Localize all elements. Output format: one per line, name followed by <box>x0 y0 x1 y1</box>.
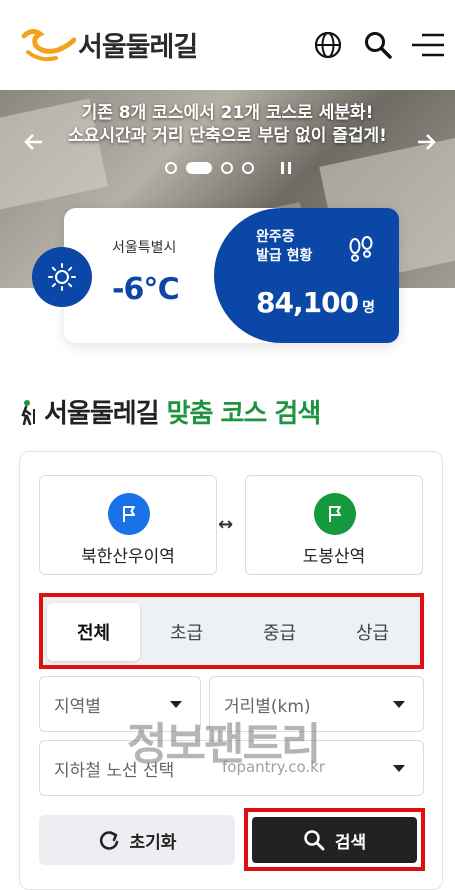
title-accent: 맞춤 코스 검색 <box>166 399 322 429</box>
globe-icon[interactable] <box>313 30 343 60</box>
next-arrow-icon[interactable] <box>414 130 438 154</box>
reset-label: 초기화 <box>129 832 177 853</box>
header: 서울둘레길 <box>0 0 455 90</box>
search-label: 검색 <box>334 832 367 853</box>
reset-button[interactable]: 초기화 <box>39 815 235 865</box>
footprints-icon <box>346 236 376 264</box>
search-button-highlight: 검색 <box>244 808 425 871</box>
chevron-down-icon <box>393 765 405 772</box>
hero-line-2: 소요시간과 거리 단축으로 부담 없이 즐겁게! <box>68 126 387 146</box>
region-select-value: 지역별 <box>54 696 101 717</box>
sun-icon <box>32 247 92 307</box>
search-button[interactable]: 검색 <box>252 817 417 863</box>
watermark-url: fopantry.co.kr <box>222 758 326 776</box>
slide-dot[interactable] <box>164 162 177 174</box>
refresh-icon <box>98 829 120 851</box>
prev-arrow-icon[interactable] <box>22 130 46 154</box>
menu-icon[interactable] <box>410 30 446 60</box>
end-station-name: 도봉산역 <box>302 547 366 567</box>
logo-text: 서울둘레길 <box>78 31 198 63</box>
page-title: 서울둘레길 맞춤 코스 검색 <box>18 393 322 430</box>
start-station-name: 북한산우이역 <box>81 547 175 567</box>
weather-temperature: -6℃ <box>112 272 180 307</box>
flag-icon <box>108 493 150 535</box>
certificate-status[interactable]: 완주증 발급 현황 84,100 명 <box>214 208 399 343</box>
tab-beginner[interactable]: 초급 <box>140 603 233 661</box>
title-main: 서울둘레길 <box>44 399 160 429</box>
start-station-button[interactable]: 북한산우이역 <box>39 475 217 575</box>
tab-intermediate[interactable]: 중급 <box>233 603 326 661</box>
hero-line-1: 기존 8개 코스에서 21개 코스로 세분화! <box>81 103 374 123</box>
chevron-down-icon <box>170 701 182 708</box>
slide-dot[interactable] <box>241 162 254 174</box>
certificate-label: 완주증 발급 현황 <box>256 228 312 266</box>
flag-icon <box>314 493 356 535</box>
tab-all[interactable]: 전체 <box>47 603 140 661</box>
certificate-unit: 명 <box>362 300 375 316</box>
tab-advanced[interactable]: 상급 <box>326 603 419 661</box>
logo[interactable]: 서울둘레길 <box>18 22 198 66</box>
search-icon[interactable] <box>363 30 393 60</box>
end-station-button[interactable]: 도봉산역 <box>245 475 423 575</box>
certificate-count-value: 84,100 <box>256 286 359 319</box>
pause-icon[interactable] <box>280 162 291 174</box>
slide-dot[interactable] <box>220 162 233 174</box>
certificate-label-line2: 발급 현황 <box>256 248 313 264</box>
certificate-label-line1: 완주증 <box>256 229 295 245</box>
certificate-count: 84,100 명 <box>256 286 375 319</box>
hiker-icon <box>18 399 38 425</box>
search-icon <box>303 829 325 851</box>
swap-icon[interactable]: ↔ <box>218 514 233 535</box>
slide-indicators <box>0 162 455 174</box>
slide-dot-active[interactable] <box>185 162 212 174</box>
chevron-down-icon <box>393 701 405 708</box>
weather-city: 서울특별시 <box>112 240 177 256</box>
logo-mark-icon <box>18 22 77 66</box>
difficulty-tabs: 전체 초급 중급 상급 <box>39 593 424 669</box>
